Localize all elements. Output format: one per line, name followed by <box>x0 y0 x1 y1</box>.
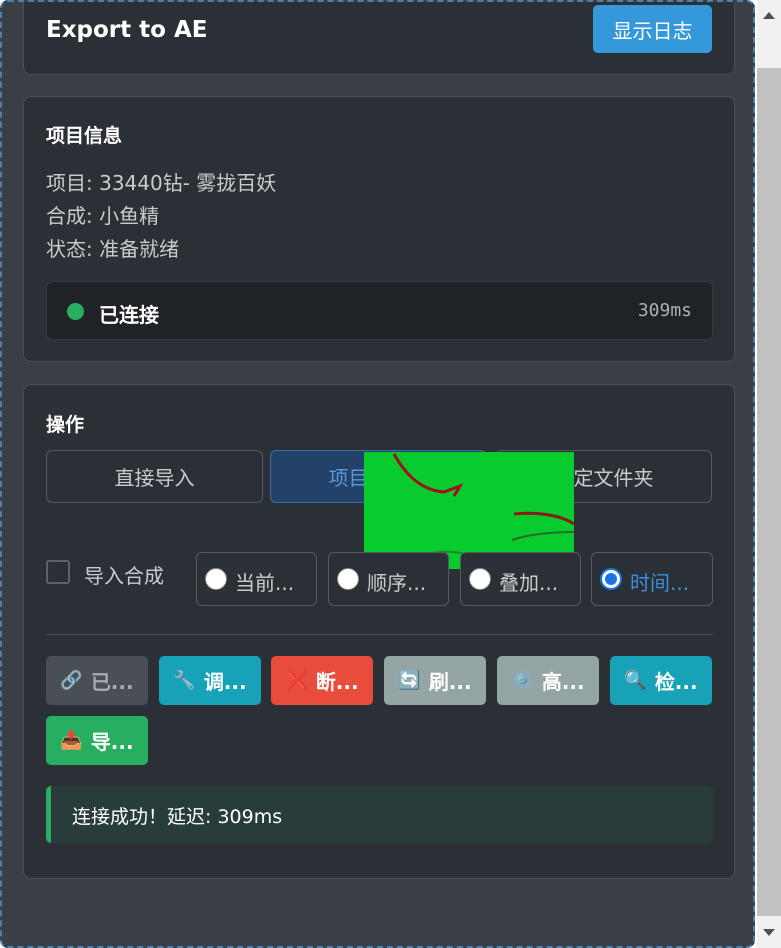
mode-direct-import-button[interactable]: 直接导入 <box>46 450 263 503</box>
status-message: 连接成功！延迟: 309ms <box>46 786 713 843</box>
scroll-thumb[interactable] <box>757 68 781 916</box>
advanced-button[interactable]: ⚙️ 高... <box>497 656 599 705</box>
export-button[interactable]: 📥 导... <box>46 716 148 765</box>
debug-button[interactable]: 🔧 调... <box>159 656 261 705</box>
refresh-button-label: 刷... <box>428 670 472 694</box>
operations-title: 操作 <box>46 414 85 436</box>
connected-indicator-icon <box>67 303 84 320</box>
project-info-card: 项目信息 项目: 33440钻- 雾拢百妖 合成: 小鱼精 状态: 准备就绪 已… <box>23 96 735 362</box>
connection-label: 已连接 <box>99 303 159 327</box>
export-button-label: 导... <box>90 730 134 754</box>
scrollbar[interactable] <box>757 0 781 948</box>
radio-option-overlay[interactable]: 叠加... <box>460 552 581 606</box>
connection-status-bar: 已连接 309ms <box>46 281 713 340</box>
radio-sequence-icon[interactable] <box>337 568 359 590</box>
magnifier-icon: 🔍 <box>624 670 647 691</box>
project-name: 项目: 33440钻- 雾拢百妖 <box>46 171 277 195</box>
refresh-button[interactable]: 🔄 刷... <box>384 656 486 705</box>
header-card: Export to AE 显示日志 <box>23 2 735 75</box>
scroll-down-icon[interactable] <box>763 929 775 936</box>
radio-current-icon[interactable] <box>205 568 227 590</box>
disconnect-button[interactable]: ❌ 断... <box>271 656 373 705</box>
radio-option-current[interactable]: 当前... <box>196 552 317 606</box>
cross-icon: ❌ <box>285 670 308 691</box>
export-panel: Export to AE 显示日志 项目信息 项目: 33440钻- 雾拢百妖 … <box>0 0 755 948</box>
project-info-title: 项目信息 <box>46 125 123 147</box>
link-icon: 🔗 <box>60 670 83 691</box>
radio-time-icon[interactable] <box>600 568 622 590</box>
radio-option-time[interactable]: 时间... <box>591 552 713 606</box>
radio-option-sequence[interactable]: 顺序... <box>328 552 449 606</box>
radio-sequence-label: 顺序... <box>367 571 427 595</box>
show-log-button[interactable]: 显示日志 <box>593 5 712 53</box>
debug-button-label: 调... <box>203 670 247 694</box>
import-comp-label: 导入合成 <box>84 564 164 588</box>
connected-button-label: 已... <box>90 670 134 694</box>
disconnect-button-label: 断... <box>315 670 359 694</box>
wrench-icon: 🔧 <box>173 670 196 691</box>
radio-overlay-label: 叠加... <box>499 571 559 595</box>
latency-readout: 309ms <box>637 300 692 321</box>
check-button[interactable]: 🔍 检... <box>610 656 712 705</box>
import-comp-checkbox[interactable] <box>46 560 70 584</box>
refresh-icon: 🔄 <box>398 670 421 691</box>
operations-card: 操作 直接导入 项目旁复制 指定文件夹 导入合成 当前... 顺序... 叠加.… <box>23 384 735 879</box>
scroll-up-icon[interactable] <box>763 12 775 19</box>
radio-current-label: 当前... <box>235 571 295 595</box>
inbox-icon: 📥 <box>60 730 83 751</box>
advanced-button-label: 高... <box>541 670 585 694</box>
radio-overlay-icon[interactable] <box>469 568 491 590</box>
divider <box>46 634 713 635</box>
app-title: Export to AE <box>46 17 208 43</box>
composition-name: 合成: 小鱼精 <box>46 204 160 228</box>
gear-icon: ⚙️ <box>511 670 534 691</box>
connected-button[interactable]: 🔗 已... <box>46 656 148 705</box>
status-text: 状态: 准备就绪 <box>46 237 180 261</box>
radio-time-label: 时间... <box>630 571 690 595</box>
status-message-text: 连接成功！延迟: 309ms <box>72 806 283 828</box>
check-button-label: 检... <box>654 670 698 694</box>
